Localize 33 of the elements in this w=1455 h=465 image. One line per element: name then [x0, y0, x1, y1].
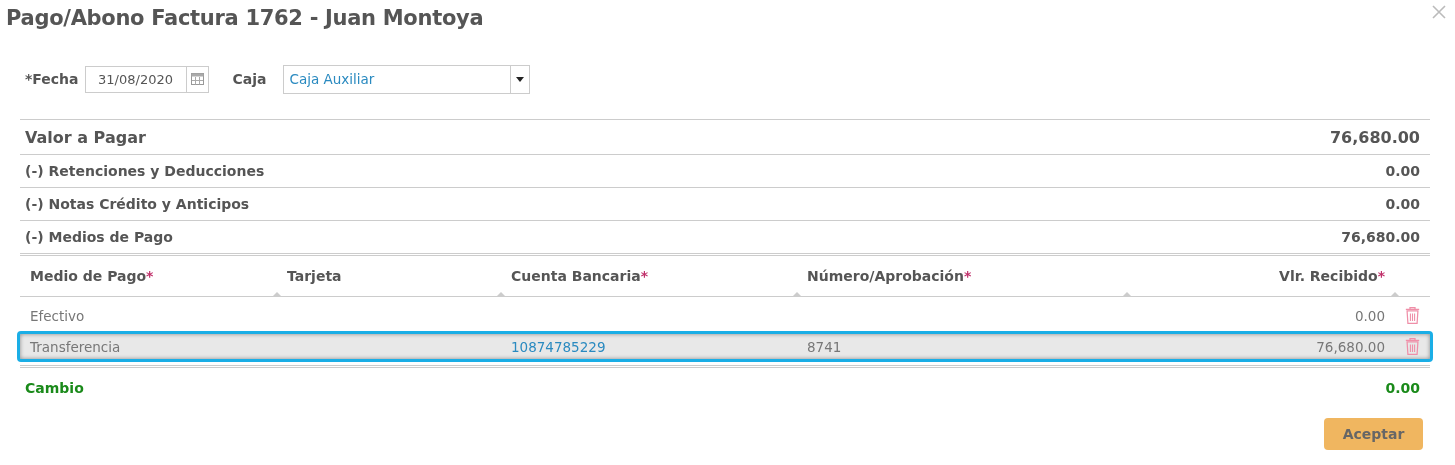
summary-value: 0.00 — [1385, 163, 1420, 179]
column-header[interactable]: Medio de Pago* — [30, 268, 154, 284]
table-row[interactable]: Transferencia 10874785229 8741 76,680.00 — [17, 331, 1433, 362]
table-cell-text: 8741 — [806, 338, 843, 355]
column-header[interactable]: Cuenta Bancaria* — [511, 268, 649, 284]
summary-value: 76,680.00 — [1341, 229, 1420, 245]
caret-icon — [515, 76, 524, 82]
column-header[interactable]: Número/Aprobación* — [807, 268, 972, 284]
window-title: Pago/Abono Factura 1762 - Juan Montoya — [6, 6, 484, 30]
calendar-icon — [190, 73, 204, 85]
column-header[interactable]: Tarjeta — [287, 268, 342, 284]
summary-label: Valor a Pagar — [25, 127, 146, 147]
trash-icon[interactable] — [1405, 305, 1420, 326]
table-cell-text: Transferencia — [29, 338, 122, 355]
column-header[interactable]: Vlr. Recibido* — [1279, 268, 1385, 284]
field-label: *Fecha — [25, 71, 79, 87]
trash-icon[interactable] — [1405, 336, 1420, 357]
summary-label: (-) Notas Crédito y Anticipos — [25, 196, 250, 212]
dropdown-field[interactable]: Caja Auxiliar — [282, 64, 530, 94]
change-label: Cambio — [25, 380, 84, 396]
field-label: Caja — [232, 71, 267, 87]
summary-value: 76,680.00 — [1329, 127, 1420, 147]
summary-value: 0.00 — [1385, 196, 1420, 212]
table-row[interactable]: Efectivo 0.00 — [20, 300, 1430, 331]
change-value: 0.00 — [1385, 380, 1420, 396]
table-cell-text: 10874785229 — [510, 338, 607, 355]
close-icon[interactable] — [1431, 4, 1447, 20]
date-field[interactable]: 31/08/2020 — [84, 65, 209, 93]
table-cell-text: 0.00 — [1353, 307, 1386, 324]
summary-label: (-) Retenciones y Deducciones — [25, 163, 265, 179]
summary-label: (-) Medios de Pago — [25, 229, 173, 245]
table-cell-text: Efectivo — [29, 307, 86, 324]
table-cell-text: 76,680.00 — [1315, 338, 1386, 355]
